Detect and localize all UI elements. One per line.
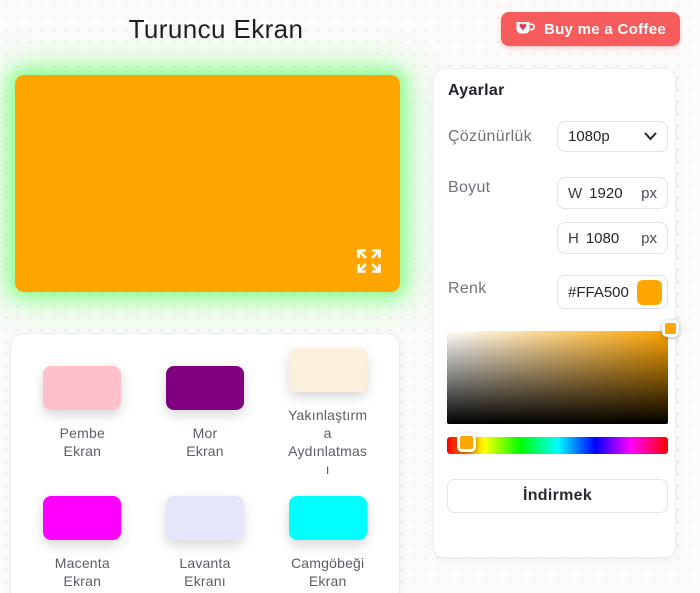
screen-shortcuts-card: Pembe Ekran Mor Ekran Yakınlaştırm a Aydınl… (10, 333, 400, 593)
size-label: Boyut (448, 179, 491, 196)
width-prefix: W (568, 184, 583, 202)
lavender-swatch (165, 496, 244, 540)
buy-me-a-coffee-button[interactable]: ♥ Buy me a Coffee (500, 12, 680, 46)
color-screen-preview[interactable] (15, 75, 400, 292)
height-unit: px (641, 229, 657, 247)
screen-label: Camgöbeği Ekran (290, 555, 365, 589)
hue-slider[interactable] (447, 433, 668, 454)
resolution-value: 1080p (568, 128, 610, 145)
screen-card-lavanta-ekrani[interactable]: Lavanta Ekranı (144, 496, 267, 590)
resolution-label: Çözünürlük (448, 128, 532, 145)
current-color-swatch (637, 279, 662, 305)
pink-swatch (43, 366, 122, 410)
cream-swatch (288, 348, 367, 392)
chevron-down-icon (644, 132, 657, 141)
saturation-picker[interactable] (447, 320, 679, 424)
saturation-handle[interactable] (662, 320, 679, 337)
purple-swatch (165, 366, 244, 410)
screen-label: Mor Ekran (186, 425, 224, 459)
height-prefix: H (568, 229, 579, 247)
width-field[interactable]: W px (557, 177, 668, 209)
screen-label: Pembe Ekran (59, 425, 105, 459)
screen-label: Lavanta Ekranı (179, 555, 231, 589)
resolution-select[interactable]: 1080p (557, 121, 668, 152)
download-button[interactable]: İndirmek (447, 479, 668, 513)
svg-text:♥: ♥ (519, 23, 528, 34)
height-field[interactable]: H px (557, 222, 668, 254)
height-input[interactable] (585, 229, 642, 247)
screen-label: Macenta Ekran (54, 555, 110, 589)
hex-color-field[interactable] (557, 275, 668, 309)
settings-panel: Ayarlar Çözünürlük 1080p Boyut W px H px… (433, 68, 679, 558)
screen-label: Yakınlaştırm a Aydınlatmas ı (288, 407, 368, 477)
hex-color-input[interactable] (568, 283, 637, 301)
settings-title: Ayarlar (448, 82, 505, 99)
hue-handle[interactable] (457, 433, 476, 452)
cyan-swatch (288, 496, 367, 540)
screen-card-camgobegi-ekran[interactable]: Camgöbeği Ekran (266, 496, 389, 590)
page-title: Turuncu Ekran (128, 14, 304, 44)
color-label: Renk (448, 280, 487, 297)
width-input[interactable] (589, 184, 642, 202)
screen-card-pembe-ekran[interactable]: Pembe Ekran (21, 366, 144, 460)
screens-grid: Pembe Ekran Mor Ekran Yakınlaştırm a Aydınl… (21, 348, 389, 590)
screen-card-mor-ekran[interactable]: Mor Ekran (144, 366, 267, 460)
width-unit: px (641, 184, 657, 202)
fullscreen-icon[interactable] (353, 246, 385, 278)
coffee-cup-icon: ♥ (515, 21, 536, 37)
coffee-button-label: Buy me a Coffee (543, 20, 666, 38)
magenta-swatch (43, 496, 122, 540)
screen-card-yakinlastirma-aydinlatmasi[interactable]: Yakınlaştırm a Aydınlatmas ı (266, 348, 389, 478)
screen-card-macenta-ekran[interactable]: Macenta Ekran (21, 496, 144, 590)
